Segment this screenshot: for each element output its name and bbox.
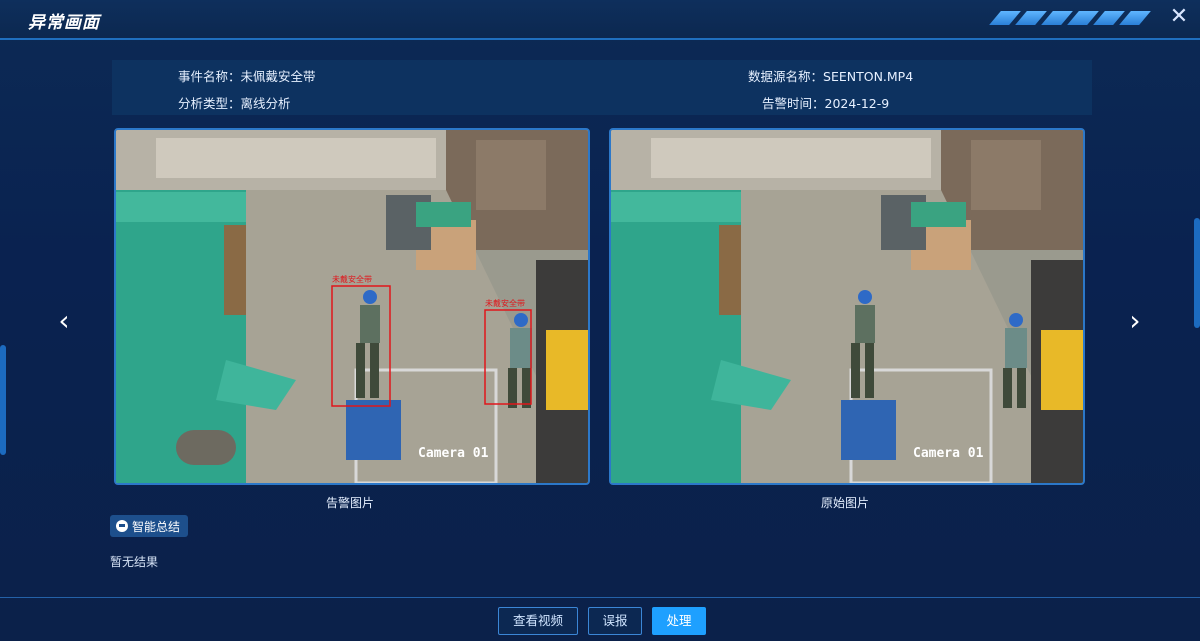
left-edge-tab[interactable] bbox=[0, 345, 6, 455]
alarm-image-caption: 告警图片 bbox=[325, 496, 374, 510]
analysis-type-label: 分析类型： bbox=[178, 96, 241, 111]
abnormal-frame-dialog: 异常画面 ✕ 事件名称：未佩戴安全带 分析类型：离线分析 数据源名称：SEENT… bbox=[0, 0, 1200, 641]
original-image-caption: 原始图片 bbox=[820, 496, 869, 510]
source-name-row: 数据源名称：SEENTON.MP4 bbox=[748, 66, 913, 85]
close-icon[interactable]: ✕ bbox=[1168, 6, 1190, 28]
chat-bubble-icon bbox=[116, 520, 128, 532]
event-name-row: 事件名称：未佩戴安全带 bbox=[178, 66, 316, 85]
false-report-button[interactable]: 误报 bbox=[588, 607, 642, 635]
alarm-time-label: 告警时间： bbox=[762, 96, 825, 111]
view-video-button[interactable]: 查看视频 bbox=[498, 607, 578, 635]
dialog-titlebar: 异常画面 ✕ bbox=[0, 0, 1200, 40]
analysis-type-row: 分析类型：离线分析 bbox=[178, 93, 291, 112]
analysis-type-value: 离线分析 bbox=[240, 96, 291, 111]
original-scene-illustration bbox=[611, 130, 1083, 483]
dialog-title: 异常画面 bbox=[28, 13, 100, 33]
source-name-value: SEENTON.MP4 bbox=[823, 69, 914, 84]
camera-label: Camera 01 bbox=[418, 446, 489, 461]
handle-button[interactable]: 处理 bbox=[652, 607, 706, 635]
detection-label-1: 未戴安全带 bbox=[332, 274, 372, 284]
title-decoration-stripes bbox=[989, 11, 1155, 25]
event-name-value: 未佩戴安全带 bbox=[240, 69, 316, 84]
camera-label: Camera 01 bbox=[913, 446, 984, 461]
original-image[interactable]: Camera 01 bbox=[609, 128, 1085, 485]
smart-summary-label: 智能总结 bbox=[132, 519, 181, 534]
chevron-right-icon[interactable]: › bbox=[1124, 306, 1146, 336]
chevron-left-icon[interactable]: ‹ bbox=[53, 306, 75, 336]
alarm-time-row: 告警时间：2024-12-9 bbox=[762, 93, 889, 112]
detection-label-2: 未戴安全带 bbox=[485, 298, 525, 308]
alarm-image[interactable]: 未戴安全带 未戴安全带 Camera 01 bbox=[114, 128, 590, 485]
event-name-label: 事件名称： bbox=[178, 69, 241, 84]
smart-summary-button[interactable]: 智能总结 bbox=[110, 515, 189, 537]
source-name-label: 数据源名称： bbox=[748, 69, 824, 84]
alarm-scene-illustration: 未戴安全带 未戴安全带 bbox=[116, 130, 588, 483]
footer-divider bbox=[0, 597, 1200, 598]
right-edge-tab[interactable] bbox=[1194, 218, 1200, 328]
alarm-time-value: 2024-12-9 bbox=[824, 96, 890, 111]
summary-result-text: 暂无结果 bbox=[110, 555, 159, 569]
